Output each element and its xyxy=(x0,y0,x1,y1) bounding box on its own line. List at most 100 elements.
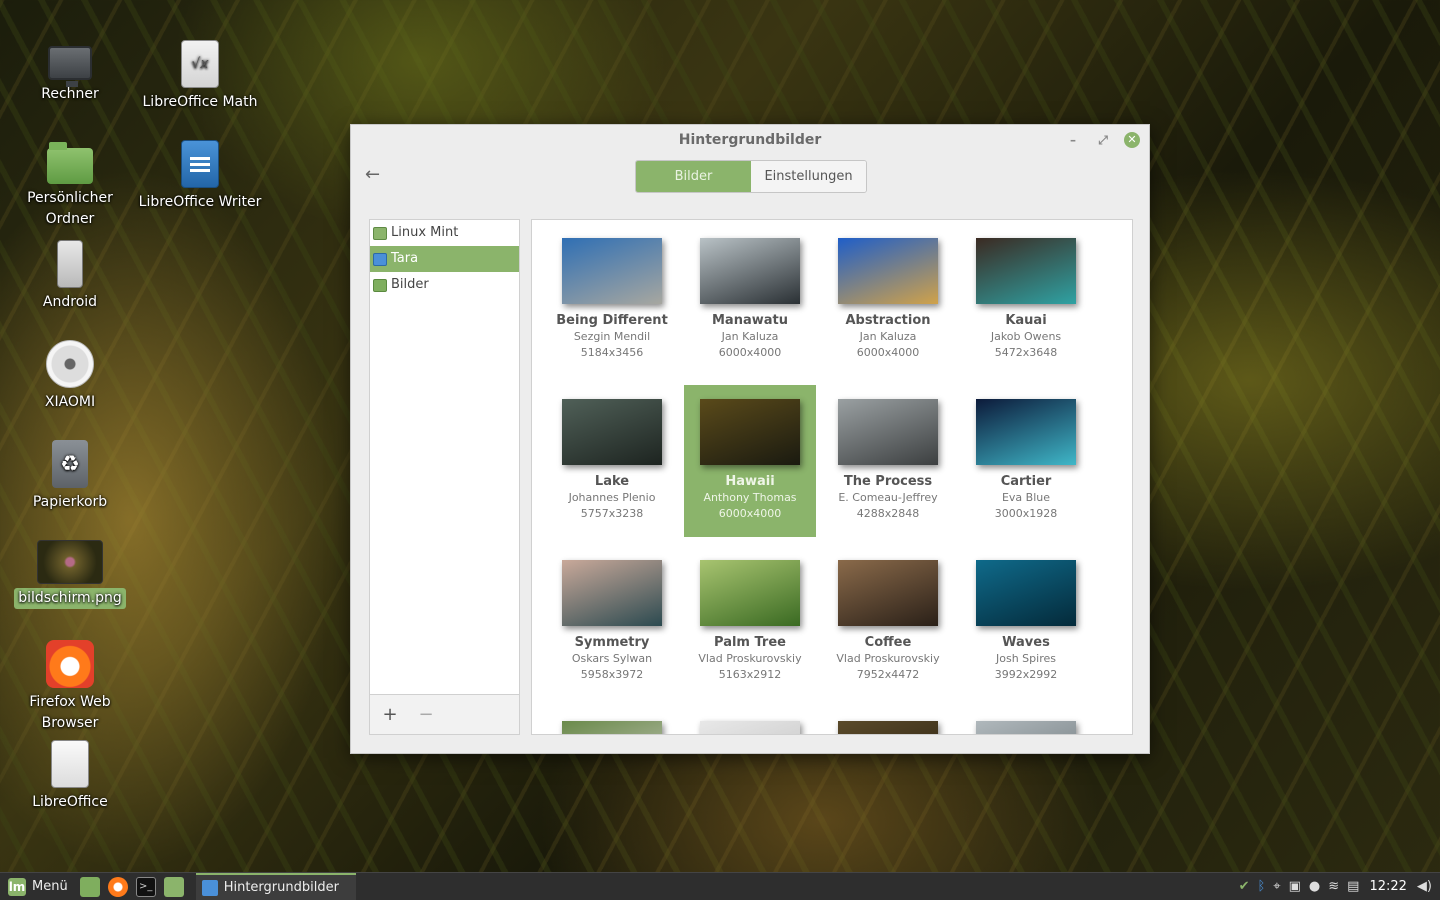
wallpaper-thumbnail xyxy=(562,399,662,465)
desktop-icon-libreoffice-math[interactable]: √x LibreOffice Math xyxy=(135,40,265,113)
backgrounds-app-icon xyxy=(201,879,218,896)
wallpaper-thumbnail xyxy=(838,721,938,734)
wallpaper-tile[interactable]: The Process E. Comeau-Jeffrey 4288x2848 xyxy=(822,385,954,537)
sidebar-item-label: Bilder xyxy=(391,277,429,292)
tab-bilder[interactable]: Bilder xyxy=(636,161,751,192)
wallpaper-tile[interactable]: Palm Tree Vlad Proskurovskiy 5163x2912 xyxy=(684,546,816,698)
wifi-icon[interactable]: ≋ xyxy=(1328,879,1339,894)
wallpaper-tile[interactable]: Hawaii Anthony Thomas 6000x4000 xyxy=(684,385,816,537)
wallpaper-author: Anthony Thomas xyxy=(703,491,797,504)
wallpaper-thumbnail xyxy=(700,560,800,626)
sidebar-footer: + − xyxy=(370,694,519,734)
window-titlebar[interactable]: Hintergrundbilder – ⤢ ✕ xyxy=(351,125,1149,155)
desktop-icon-trash[interactable]: ♻ Papierkorb xyxy=(5,440,135,513)
libreoffice-icon xyxy=(51,740,89,788)
task-label: Hintergrundbilder xyxy=(223,880,339,895)
wallpaper-author: Sezgin Mendil xyxy=(573,330,651,343)
wallpaper-author: Oskars Sylwan xyxy=(571,652,653,665)
desktop-icon-label: Rechner xyxy=(41,86,99,102)
clock[interactable]: 12:22 xyxy=(1367,879,1408,894)
wallpaper-tile[interactable] xyxy=(546,707,678,734)
wallpaper-tile[interactable]: Being Different Sezgin Mendil 5184x3456 xyxy=(546,224,678,376)
wallpaper-author: Vlad Proskurovskiy xyxy=(836,652,940,665)
add-folder-button[interactable]: + xyxy=(380,704,400,725)
wallpaper-size: 4288x2848 xyxy=(856,507,920,520)
wallpaper-tile[interactable]: Cartier Eva Blue 3000x1928 xyxy=(960,385,1092,537)
sidebar-item-linux-mint[interactable]: Linux Mint xyxy=(370,220,519,246)
desktop-icon-firefox[interactable]: Firefox Web Browser xyxy=(5,640,135,734)
sidebar-item-label: Linux Mint xyxy=(391,225,459,240)
wallpaper-tile[interactable]: Manawatu Jan Kaluza 6000x4000 xyxy=(684,224,816,376)
wallpaper-name: Manawatu xyxy=(712,313,788,328)
wallpaper-thumbnail xyxy=(976,238,1076,304)
wallpaper-name: Kauai xyxy=(1005,313,1047,328)
remove-folder-button[interactable]: − xyxy=(416,704,436,725)
wallpaper-name: The Process xyxy=(843,474,933,489)
user-icon[interactable]: ● xyxy=(1309,879,1320,894)
bluetooth-icon[interactable]: ᛒ xyxy=(1257,879,1265,894)
desktop-icon-xiaomi[interactable]: XIAOMI xyxy=(5,340,135,413)
desktop-icon-rechner[interactable]: Rechner xyxy=(5,40,135,105)
desktop-icon-libreoffice[interactable]: LibreOffice xyxy=(5,740,135,813)
wallpaper-author: Jan Kaluza xyxy=(721,330,779,343)
terminal-icon[interactable]: >_ xyxy=(135,876,156,897)
location-icon[interactable]: ⌖ xyxy=(1273,879,1280,894)
wallpaper-name: Waves xyxy=(1002,635,1050,650)
wallpaper-thumbnail xyxy=(976,560,1076,626)
taskbar: lm Menü >_ Hintergrundbilder ✔ ᛒ ⌖ ▣ ● ≋… xyxy=(0,872,1440,900)
wallpaper-tile[interactable]: Coffee Vlad Proskurovskiy 7952x4472 xyxy=(822,546,954,698)
wallpaper-author: Eva Blue xyxy=(1001,491,1051,504)
display-icon[interactable]: ▣ xyxy=(1289,879,1301,894)
wallpaper-thumbnail xyxy=(700,399,800,465)
wallpaper-author: Josh Spires xyxy=(996,652,1056,665)
image-thumbnail-icon xyxy=(37,540,103,584)
wallpaper-size: 3992x2992 xyxy=(994,668,1058,681)
view-switcher: Bilder Einstellungen xyxy=(635,160,867,193)
close-button[interactable]: ✕ xyxy=(1124,132,1140,148)
desktop-icon-screenshot-file[interactable]: bildschirm.png xyxy=(5,540,135,609)
wallpaper-author: Jan Kaluza xyxy=(859,330,917,343)
desktop-icon-label: LibreOffice Math xyxy=(142,94,258,110)
task-backgrounds[interactable]: Hintergrundbilder xyxy=(195,872,356,900)
wallpaper-name: Cartier xyxy=(1000,474,1052,489)
wallpaper-grid: Being Different Sezgin Mendil 5184x3456 Man… xyxy=(531,219,1133,735)
desktop-icon-home-folder[interactable]: Persönlicher Ordner xyxy=(5,140,135,230)
wallpaper-tile[interactable] xyxy=(960,707,1092,734)
wallpaper-size: 6000x4000 xyxy=(718,507,782,520)
menu-label: Menü xyxy=(32,879,68,894)
sidebar-item-bilder[interactable]: Bilder xyxy=(370,272,519,298)
wallpaper-tile[interactable] xyxy=(684,707,816,734)
wallpaper-tile[interactable]: Kauai Jakob Owens 5472x3648 xyxy=(960,224,1092,376)
tab-einstellungen[interactable]: Einstellungen xyxy=(751,161,866,192)
firefox-launcher-icon[interactable] xyxy=(107,876,128,897)
wallpaper-thumbnail xyxy=(838,560,938,626)
back-button[interactable]: ← xyxy=(365,164,385,185)
mint-logo-icon: lm xyxy=(8,877,26,896)
volume-icon[interactable]: ◀) xyxy=(1417,879,1432,894)
wallpaper-tile[interactable]: Lake Johannes Plenio 5757x3238 xyxy=(546,385,678,537)
desktop-icon-label: Firefox Web Browser xyxy=(29,694,111,731)
wallpaper-tile[interactable]: Symmetry Oskars Sylwan 5958x3972 xyxy=(546,546,678,698)
shield-icon[interactable]: ✔ xyxy=(1239,879,1250,894)
wallpaper-tile[interactable]: Abstraction Jan Kaluza 6000x4000 xyxy=(822,224,954,376)
wallpaper-name: Being Different xyxy=(556,313,668,328)
files-icon[interactable] xyxy=(163,876,184,897)
minimize-button[interactable]: – xyxy=(1065,132,1081,148)
wallpaper-tile[interactable] xyxy=(822,707,954,734)
show-desktop-icon[interactable] xyxy=(79,876,100,897)
wallpaper-name: Coffee xyxy=(864,635,912,650)
clipboard-icon[interactable]: ▤ xyxy=(1347,879,1359,894)
wallpaper-name: Palm Tree xyxy=(714,635,786,650)
firefox-icon xyxy=(46,640,94,688)
maximize-button[interactable]: ⤢ xyxy=(1095,132,1111,148)
desktop-icon-android[interactable]: Android xyxy=(5,240,135,313)
desktop-icon-libreoffice-writer[interactable]: LibreOffice Writer xyxy=(135,140,265,213)
menu-button[interactable]: lm Menü xyxy=(0,873,76,900)
wallpaper-tile[interactable]: Waves Josh Spires 3992x2992 xyxy=(960,546,1092,698)
sidebar-item-tara[interactable]: Tara xyxy=(370,246,519,272)
wallpaper-name: Abstraction xyxy=(845,313,931,328)
wallpaper-size: 5184x3456 xyxy=(580,346,644,359)
desktop-icon-label: Papierkorb xyxy=(32,494,108,510)
wallpaper-author: Vlad Proskurovskiy xyxy=(698,652,802,665)
window-toolbar: ← Bilder Einstellungen xyxy=(351,155,1149,205)
